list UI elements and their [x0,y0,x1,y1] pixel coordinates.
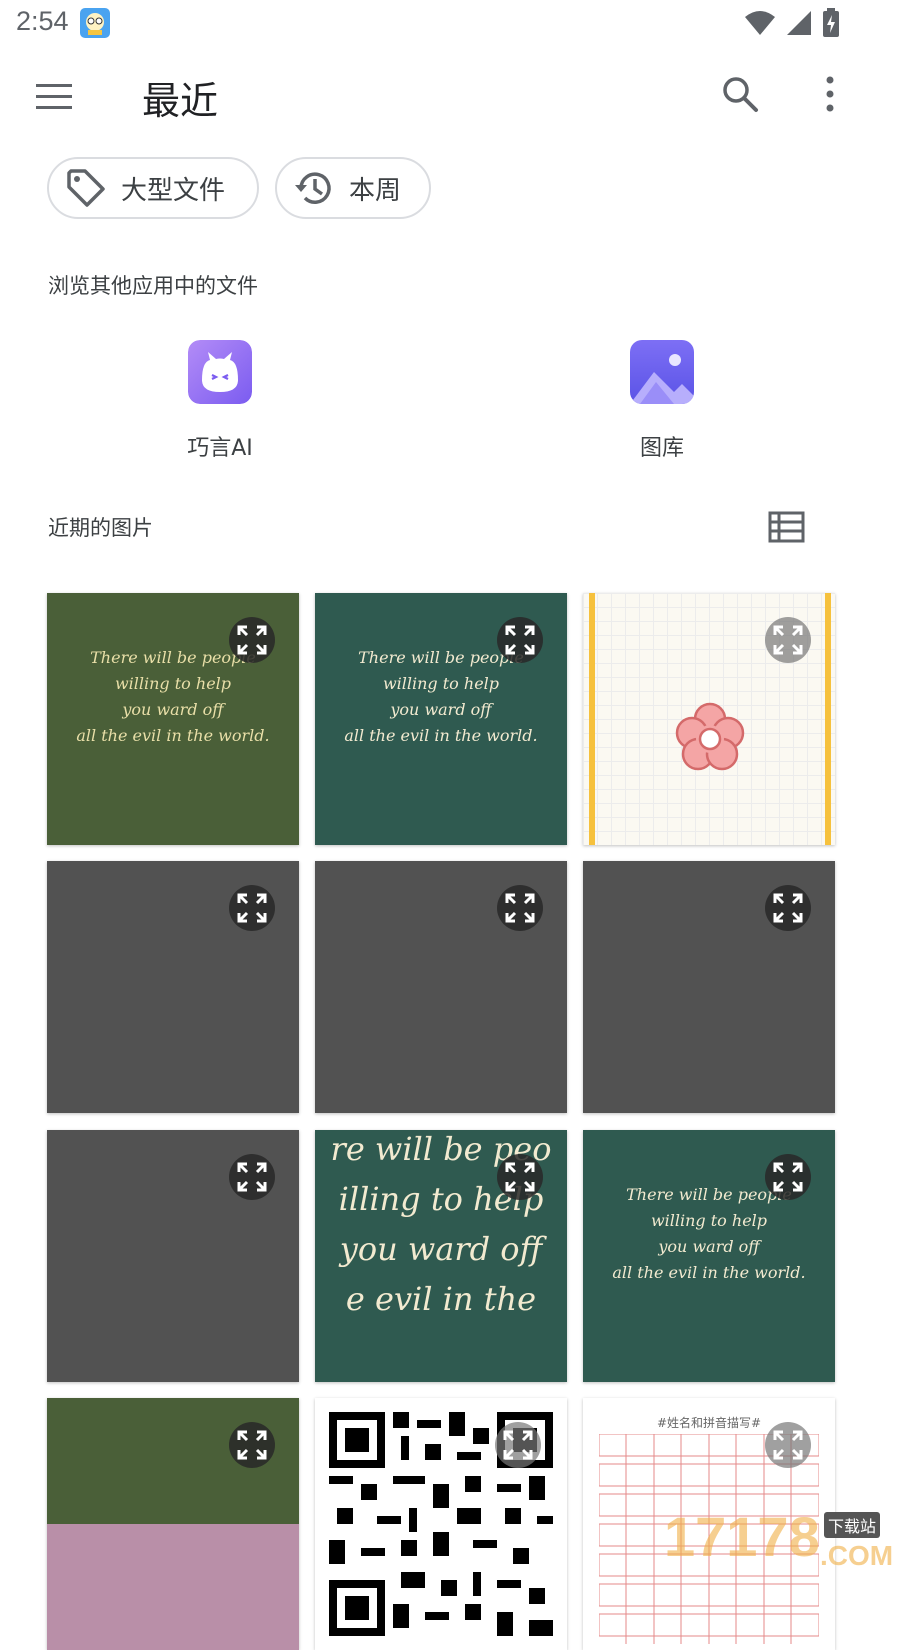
recent-image-5[interactable] [315,861,567,1113]
chip-large-files-label: 大型文件 [121,175,226,206]
recent-image-2[interactable]: There will be people willing to help you w… [315,593,567,845]
watermark: 17178 .COM 下载站 [660,1500,894,1600]
tag-icon [67,169,105,207]
app-qiaoyan-ai-label: 巧言AI [187,436,253,461]
recent-image-3[interactable] [583,593,835,845]
status-time: 2:54 [16,6,69,36]
expand-icon[interactable] [229,885,275,931]
recent-image-1[interactable]: There will be people willing to help you w… [47,593,299,845]
expand-icon[interactable] [229,1422,275,1468]
menu-icon[interactable] [34,78,76,114]
app-bar: 最近 [0,56,900,136]
recent-image-4[interactable] [47,861,299,1113]
battery-charging-icon [823,8,839,37]
app-gallery[interactable]: 图库 [582,340,742,462]
recent-image-11-qr-code[interactable] [315,1398,567,1650]
recent-image-7[interactable] [47,1130,299,1382]
recent-image-10[interactable] [47,1398,299,1650]
flower-drawing-icon [675,702,745,771]
expand-icon[interactable] [495,1422,541,1468]
expand-icon[interactable] [497,885,543,931]
recent-image-8[interactable]: re will be peo illing to help you ward off… [315,1130,567,1382]
browse-apps-heading: 浏览其他应用中的文件 [48,274,258,298]
chip-this-week-label: 本周 [349,175,402,206]
app-notification-icon [80,8,110,38]
list-view-icon[interactable] [766,508,808,546]
app-qiaoyan-ai[interactable]: 巧言AI [140,340,300,462]
history-icon [295,172,331,204]
app-gallery-label: 图库 [639,436,684,461]
expand-icon[interactable] [765,885,811,931]
expand-icon[interactable] [765,1422,811,1468]
expand-icon[interactable] [765,617,811,663]
recent-image-9[interactable]: There will be people willing to help you w… [583,1130,835,1382]
more-options-icon[interactable] [814,72,846,116]
expand-icon[interactable] [229,1154,275,1200]
chip-this-week[interactable]: 本周 [275,157,431,219]
gallery-icon [630,340,694,404]
chip-large-files[interactable]: 大型文件 [47,157,259,219]
recent-image-6[interactable] [583,861,835,1113]
status-icons [744,6,840,40]
watermark-label: 下载站 [824,1512,881,1538]
expand-icon[interactable] [497,617,543,663]
expand-icon[interactable] [229,617,275,663]
recent-images-heading: 近期的图片 [48,516,153,540]
expand-icon[interactable] [765,1154,811,1200]
watermark-number: 17178 [664,1505,820,1568]
expand-icon[interactable] [497,1154,543,1200]
page-title: 最近 [142,79,219,123]
wifi-icon [745,11,775,35]
status-bar: 2:54 [0,0,900,48]
search-icon[interactable] [718,72,762,116]
signal-icon [787,11,811,35]
cat-face-icon [188,340,252,404]
watermark-com: .COM [820,1540,894,1571]
